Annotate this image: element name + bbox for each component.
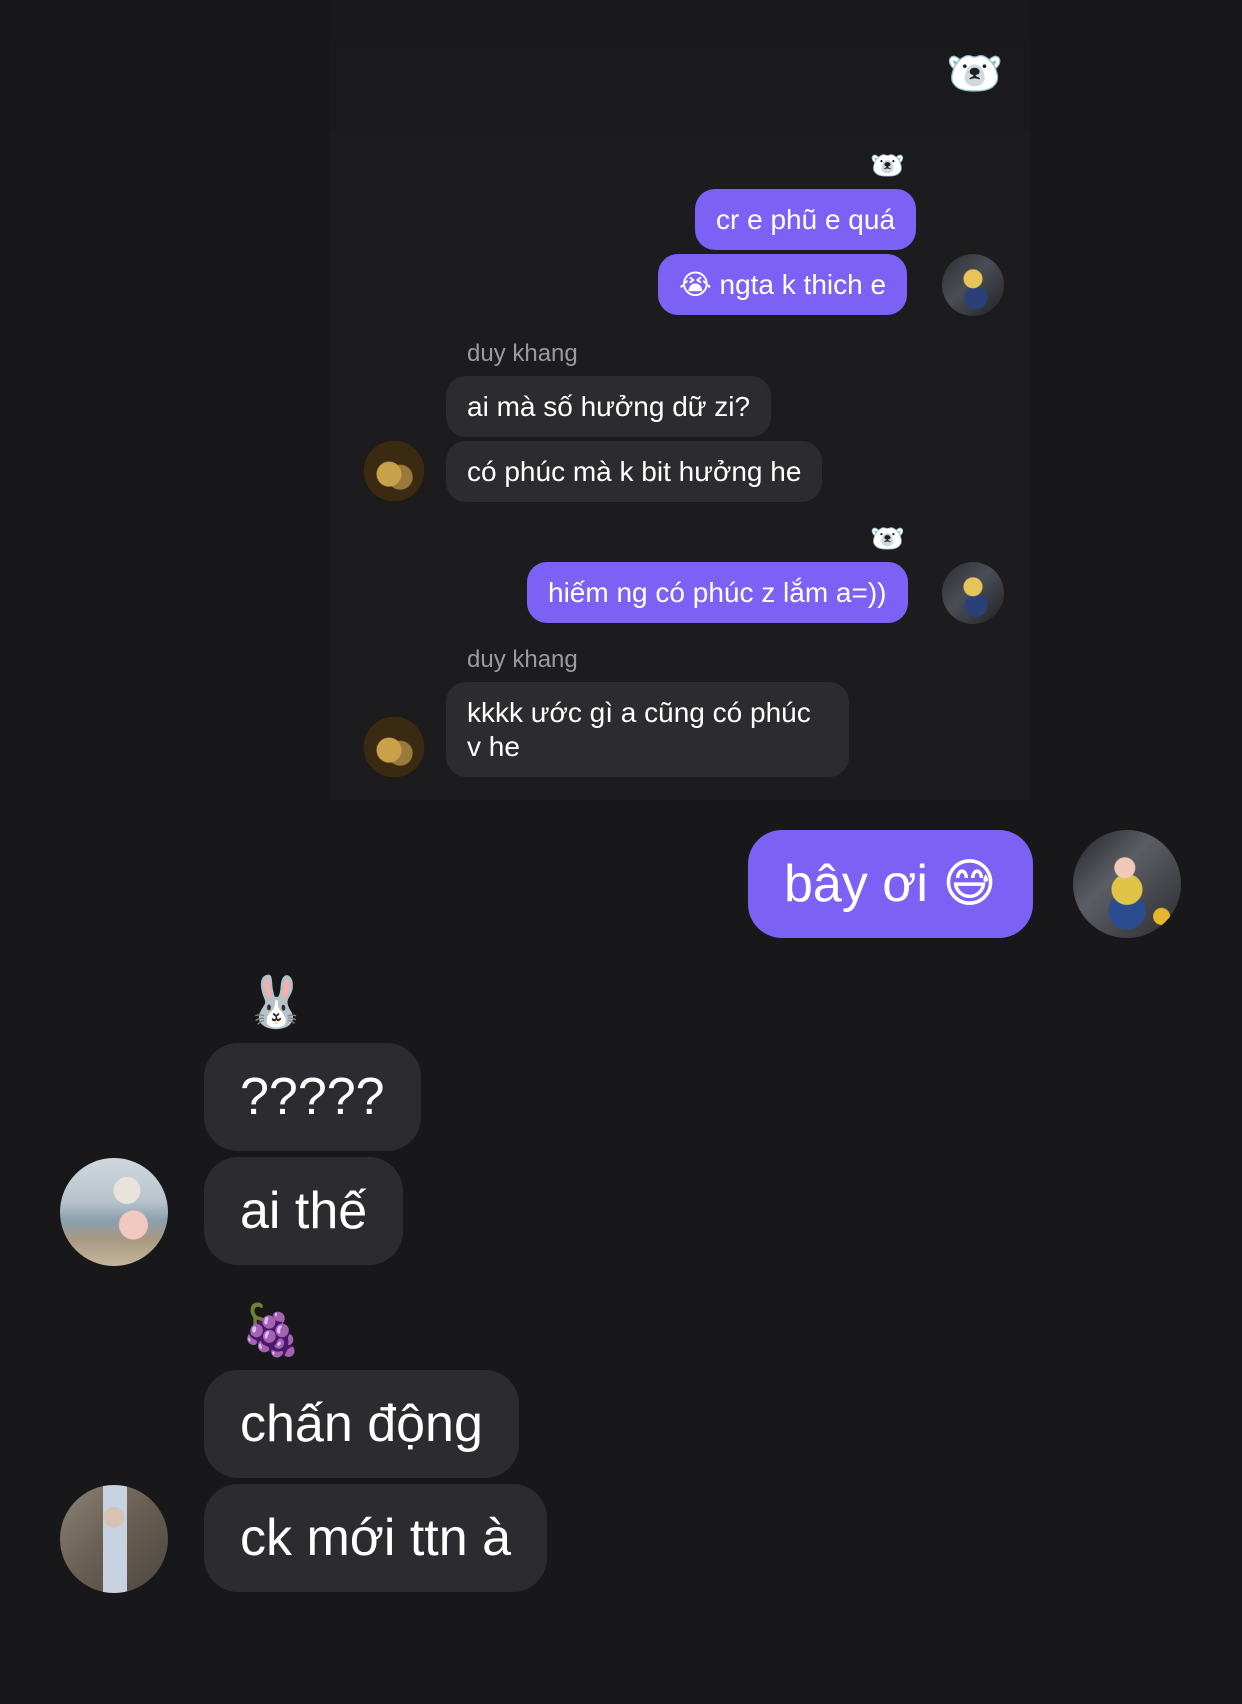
message-bubble-incoming[interactable]: ?????: [204, 1043, 421, 1151]
sender-name: duy khang: [467, 340, 578, 367]
contact-avatar[interactable]: [363, 440, 425, 502]
message-bubble-incoming[interactable]: kkkk ước gì a cũng có phúc v he: [446, 682, 849, 777]
message-bubble-outgoing[interactable]: hiếm ng có phúc z lắm a=)): [527, 562, 908, 623]
user-avatar[interactable]: [942, 254, 1004, 316]
message-bubble-outgoing[interactable]: 😭 ngta k thich e: [658, 254, 908, 315]
message-bubble-incoming[interactable]: ai mà số hưởng dữ zi?: [446, 376, 772, 437]
user-avatar[interactable]: [1073, 830, 1181, 938]
contact-avatar[interactable]: [60, 1158, 168, 1266]
chat-screen: 🐻‍❄️ 🐻‍❄️ cr e phũ e quá 😭 ngta k thich …: [0, 0, 1242, 1704]
quoted-screenshot-header: [330, 0, 1030, 130]
message-bubble-outgoing[interactable]: bây ơi 😅: [748, 830, 1033, 938]
contact-avatar[interactable]: [60, 1485, 168, 1593]
grapes-emoji-reaction: 🍇: [240, 1302, 303, 1358]
message-bubble-incoming[interactable]: chấn động: [204, 1370, 519, 1478]
message-bubble-incoming[interactable]: ai thế: [204, 1157, 404, 1265]
polar-bear-emoji-reaction: 🐻‍❄️: [870, 523, 905, 554]
contact-avatar[interactable]: [363, 716, 425, 778]
message-bubble-incoming[interactable]: ck mới ttn à: [204, 1484, 548, 1592]
user-avatar[interactable]: [942, 562, 1004, 624]
rabbit-emoji-reaction: 🐰: [245, 974, 308, 1030]
polar-bear-emoji-header: 🐻‍❄️: [946, 47, 1004, 99]
sender-name: duy khang: [467, 646, 578, 673]
message-bubble-incoming[interactable]: có phúc mà k bit hưởng he: [446, 441, 823, 502]
polar-bear-emoji-reaction: 🐻‍❄️: [870, 150, 905, 181]
message-bubble-outgoing[interactable]: cr e phũ e quá: [695, 189, 917, 250]
